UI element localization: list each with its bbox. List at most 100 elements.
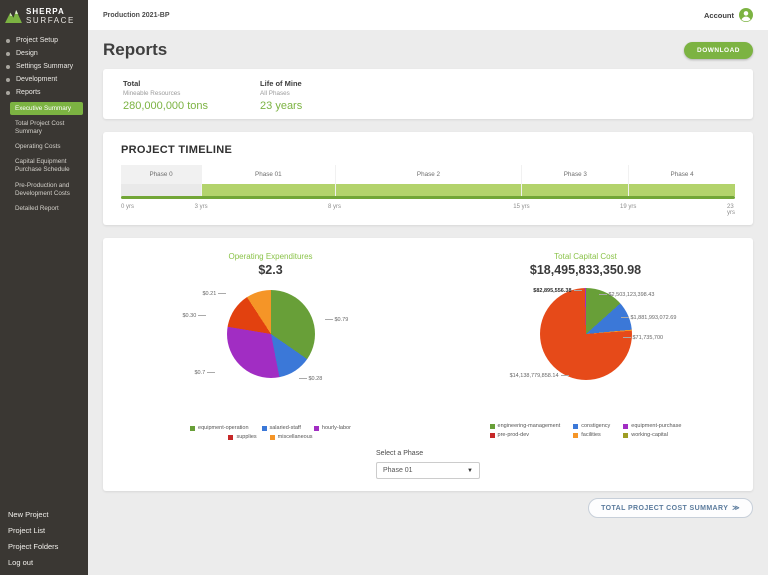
timeline-phase-phase-4: Phase 4 [628,165,735,199]
sidebar-item-label: Development [16,76,57,83]
download-button[interactable]: DOWNLOAD [684,42,753,59]
total-project-cost-summary-button[interactable]: TOTAL PROJECT COST SUMMARY ≫ [588,498,753,518]
phase-label: Phase 01 [202,165,334,184]
sidebar-item-reports[interactable]: Reports [0,86,88,99]
timeline-tick: 19 yrs [620,204,636,210]
legend-swatch-icon [262,426,267,431]
pie-value-label: $0.30 [183,313,207,319]
pie-value-label: $71,735,700 [623,335,664,341]
legend-item-salaried-staff: salaried-staff [262,425,301,431]
stat-title: Total [123,79,208,88]
charts-card: Operating Expenditures $2.3 $0.79 $0.28 … [103,238,753,491]
phase-select-label: Select a Phase [376,450,480,457]
timeline-baseline [121,196,735,199]
legend-item-working-capital: working-capital [623,432,681,438]
legend-item-pre-prod-dev: pre-prod-dev [490,432,561,438]
legend-swatch-icon [490,433,495,438]
stat-value: 280,000,000 tons [123,100,208,112]
sidebar-nav: Project Setup Design Settings Summary Devel… [0,34,88,221]
timeline-strip: Phase 0Phase 01Phase 2Phase 3Phase 4 [121,165,735,199]
phase-label: Phase 3 [522,165,628,184]
project-timeline-card: PROJECT TIMELINE Phase 0Phase 01Phase 2P… [103,132,753,225]
timeline-phase-phase-2: Phase 2 [335,165,522,199]
sidebar-subitem-capital-equipment-purchase-schedule[interactable]: Capital Equipment Purchase Schedule [10,156,83,177]
sidebar-item-label: Project Setup [16,37,58,44]
phase-label: Phase 2 [336,165,522,184]
timeline-phase-phase-3: Phase 3 [521,165,628,199]
legend-item-constigency: constigency [573,423,610,429]
legend-item-supplies: supplies [228,434,256,440]
bullet-icon [6,65,10,69]
pie-value-label: $0.21 [203,291,227,297]
pie-value-label: $82,895,556.38 [533,288,581,294]
legend-item-equipment-operation: equipment-operation [190,425,248,431]
chart-title: Operating Expenditures [113,252,428,261]
logo-line2: SURFACE [26,16,75,25]
sidebar-subitem-detailed-report[interactable]: Detailed Report [10,202,83,215]
sidebar-subitem-executive-summary[interactable]: Executive Summary [10,102,83,115]
pie-area: $0.79 $0.28 $0.7 $0.30 $0.21 [113,290,428,416]
legend-swatch-icon [228,435,233,440]
new-project-link[interactable]: New Project [8,506,80,522]
legend-swatch-icon [190,426,195,431]
operating-expenditures-pie[interactable] [227,290,315,378]
stat-total-mineable-resources: Total Mineable Resources 280,000,000 ton… [123,79,208,109]
legend-swatch-icon [270,435,275,440]
stat-subtitle: Mineable Resources [123,90,208,97]
stat-value: 23 years [260,100,302,112]
chart-title: Total Capital Cost [428,252,743,261]
chevron-down-icon: ▼ [467,468,473,474]
sidebar-item-project-setup[interactable]: Project Setup [0,34,88,47]
pie-area: $2,503,123,398.43 $1,881,993,072.69 $71,… [428,288,743,414]
log-out-link[interactable]: Log out [8,554,80,570]
phase-bar [121,184,201,196]
bullet-icon [6,91,10,95]
sidebar-item-label: Settings Summary [16,63,73,70]
sidebar: SHERPA SURFACE Project Setup Design Settin… [0,0,88,575]
sidebar-subitem-operating-costs[interactable]: Operating Costs [10,141,83,154]
legend-item-engineering-management: engineering-management [490,423,561,429]
project-list-link[interactable]: Project List [8,522,80,538]
sidebar-item-development[interactable]: Development [0,73,88,86]
timeline-tick: 8 yrs [328,204,341,210]
phase-select-block: Select a Phase Phase 01 ▼ [376,450,480,479]
phase-label: Phase 4 [629,165,735,184]
phase-bar [202,184,334,196]
account-avatar-icon[interactable] [739,8,753,22]
phase-label: Phase 0 [121,165,201,184]
stat-title: Life of Mine [260,79,302,88]
summary-card: Total Mineable Resources 280,000,000 ton… [103,69,753,119]
sherpa-logo: SHERPA SURFACE [0,0,88,34]
legend-swatch-icon [623,433,628,438]
sidebar-subitem-total-project-cost-summary[interactable]: Total Project Cost Summary [10,117,83,138]
timeline-phase-phase-0: Phase 0 [121,165,201,199]
legend-item-facilities: facilities [573,432,610,438]
phase-select-value: Phase 01 [383,467,413,474]
pie-value-label: $0.79 [325,317,349,323]
timeline-tick: 0 yrs [121,204,134,210]
sidebar-item-settings-summary[interactable]: Settings Summary [0,60,88,73]
double-chevron-right-icon: ≫ [732,504,740,512]
sidebar-footer: New ProjectProject ListProject FoldersLo… [0,506,88,570]
chart-total: $18,495,833,350.98 [428,263,743,277]
phase-bar [336,184,522,196]
sidebar-subitem-pre-production-and-development-costs[interactable]: Pre-Production and Development Costs [10,179,83,200]
legend-swatch-icon [623,424,628,429]
stat-life-of-mine: Life of Mine All Phases 23 years [260,79,302,109]
sidebar-item-design[interactable]: Design [0,47,88,60]
pie-value-label: $2,503,123,398.43 [599,292,655,298]
mountain-logo-icon [5,10,22,23]
total-capital-cost-pie[interactable] [540,288,632,380]
timeline-title: PROJECT TIMELINE [121,144,735,156]
project-name: Production 2021-BP [103,12,170,19]
legend-swatch-icon [314,426,319,431]
chart-total: $2.3 [113,263,428,277]
bullet-icon [6,39,10,43]
sidebar-item-label: Design [16,50,38,57]
project-folders-link[interactable]: Project Folders [8,538,80,554]
pie-value-label: $0.28 [299,376,323,382]
account-button[interactable]: Account [704,8,753,22]
phase-select[interactable]: Phase 01 ▼ [376,462,480,479]
operating-expenditures-legend: equipment-operationsalaried-staffhourly-… [176,425,366,440]
legend-item-miscellaneous: miscellaneous [270,434,313,440]
